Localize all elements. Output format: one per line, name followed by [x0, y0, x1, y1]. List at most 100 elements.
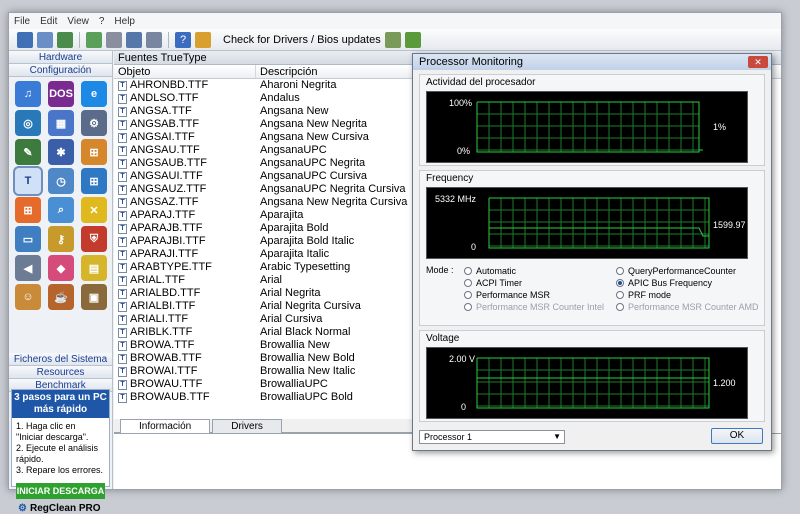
mode-radio-label: Performance MSR Counter AMD: [628, 302, 759, 312]
radio-button-icon: [616, 303, 624, 311]
cell-objeto: T APARAJB.TTF: [114, 222, 256, 235]
truetype-file-icon: T: [118, 275, 127, 286]
box-icon[interactable]: ▣: [81, 284, 107, 310]
cell-objeto: T ANGSA.TTF: [114, 105, 256, 118]
ie-icon[interactable]: e: [81, 81, 107, 107]
window-icon[interactable]: ▭: [15, 226, 41, 252]
molecule-icon[interactable]: ✱: [48, 139, 74, 165]
truetype-file-icon: T: [118, 80, 127, 91]
cell-descripcion: Arial Black Normal: [260, 326, 351, 338]
windows-logo-icon[interactable]: ⊞: [15, 197, 41, 223]
mode-radio[interactable]: ACPI Timer: [464, 277, 604, 289]
menu-view[interactable]: View: [62, 16, 94, 27]
mode-radio-label: Performance MSR: [476, 290, 551, 300]
cell-objeto: T ARIALBD.TTF: [114, 287, 256, 300]
cell-objeto-text: ANGSA.TTF: [130, 105, 192, 117]
save-icon[interactable]: [17, 31, 33, 48]
driver-update-icon[interactable]: [384, 31, 401, 48]
radio-button-icon: [464, 267, 472, 275]
truetype-file-icon: T: [118, 366, 127, 377]
activity-label: Actividad del procesador: [426, 77, 536, 88]
key-icon[interactable]: ⚷: [48, 226, 74, 252]
print-icon[interactable]: [57, 31, 73, 48]
search-icon[interactable]: ⌕: [48, 197, 74, 223]
truetype-file-icon: T: [118, 106, 127, 117]
iniciar-descarga-button[interactable]: INICIAR DESCARGA: [16, 483, 105, 499]
cell-descripcion: Angsana New Cursiva: [260, 131, 369, 143]
options-icon[interactable]: [146, 31, 162, 48]
menu-file[interactable]: File: [9, 16, 35, 27]
clock-icon[interactable]: ◷: [48, 168, 74, 194]
frequency-graph: 5332 MHz 0 1599.97: [426, 187, 748, 259]
gear-icon[interactable]: ⚙: [81, 110, 107, 136]
cell-descripcion: Aparajita Italic: [260, 248, 330, 260]
truetype-file-icon: T: [118, 223, 127, 234]
ok-button[interactable]: OK: [711, 428, 763, 444]
user-icon[interactable]: ☺: [15, 284, 41, 310]
menu-help[interactable]: Help: [109, 16, 140, 27]
tab-drivers[interactable]: Drivers: [212, 419, 282, 433]
cell-objeto-text: ANGSAZ.TTF: [130, 196, 199, 208]
column-descripcion[interactable]: Descripción: [256, 65, 416, 78]
mode-radio[interactable]: QueryPerformanceCounter: [616, 265, 759, 277]
section-recursos[interactable]: Resources: [9, 366, 112, 379]
midi-icon[interactable]: ♫: [15, 81, 41, 107]
truetype-file-icon: T: [118, 236, 127, 247]
mode-radio-label: Automatic: [476, 266, 517, 276]
copy-icon[interactable]: [37, 31, 53, 48]
mode-radio[interactable]: Performance MSR: [464, 289, 604, 301]
speaker-icon[interactable]: ◀: [15, 255, 41, 281]
mode-radio[interactable]: APIC Bus Frequency: [616, 277, 759, 289]
regclean-logo[interactable]: ⚙ RegClean PRO: [12, 503, 109, 514]
shield-icon[interactable]: ⛨: [81, 226, 107, 252]
cell-objeto-text: APARAJ.TTF: [130, 209, 196, 221]
radio-button-icon: [464, 279, 472, 287]
cell-objeto-text: ARIALBD.TTF: [130, 287, 201, 299]
help-icon[interactable]: ?: [175, 31, 191, 48]
globe-icon[interactable]: ◎: [15, 110, 41, 136]
cell-objeto: T BROWA.TTF: [114, 339, 256, 352]
display-icon[interactable]: ▤: [81, 255, 107, 281]
font-icon[interactable]: T: [13, 166, 43, 196]
menu-edit[interactable]: Edit: [35, 16, 62, 27]
check-drivers-button[interactable]: Check for Drivers / Bios updates: [223, 34, 381, 46]
cell-descripcion: Angsana New: [260, 105, 329, 117]
cell-descripcion: Angsana New Negrita: [260, 118, 368, 130]
java-icon[interactable]: ☕: [48, 284, 74, 310]
voltage-min: 0: [461, 402, 467, 412]
section-configuracion[interactable]: Configuración: [9, 64, 112, 77]
cell-objeto-text: BROWAB.TTF: [130, 352, 202, 364]
windows-update-icon[interactable]: ⊞: [81, 168, 107, 194]
column-objeto[interactable]: Objeto: [114, 65, 256, 78]
blocks-icon[interactable]: ▦: [48, 110, 74, 136]
regclean-promo: 3 pasos para un PC más rápido 1. Haga cl…: [11, 389, 110, 514]
section-ficheros[interactable]: Ficheros del Sistema: [9, 353, 112, 366]
mode-radio: Performance MSR Counter Intel: [464, 301, 604, 313]
cell-objeto-text: BROWAI.TTF: [130, 365, 198, 377]
remove-icon[interactable]: ✕: [81, 197, 107, 223]
report-icon[interactable]: [126, 31, 142, 48]
cell-objeto: T ANGSAUB.TTF: [114, 157, 256, 170]
processor-select[interactable]: Processor 1 ▼: [419, 430, 565, 444]
windows-flag-icon[interactable]: ⊞: [81, 139, 107, 165]
colors-icon[interactable]: ◆: [48, 255, 74, 281]
menu-question[interactable]: ?: [94, 16, 110, 27]
close-icon[interactable]: ✕: [748, 56, 768, 68]
cell-objeto-text: BROWAU.TTF: [130, 378, 203, 390]
tab-informacion[interactable]: Información: [120, 419, 211, 433]
mode-radio[interactable]: PRF mode: [616, 289, 759, 301]
cell-objeto: T ANGSAI.TTF: [114, 131, 256, 144]
truetype-file-icon: T: [118, 93, 127, 104]
bios-update-icon[interactable]: [404, 31, 421, 48]
dos-icon[interactable]: DOS: [48, 81, 74, 107]
cell-descripcion: Arial: [260, 274, 283, 286]
menubar: File Edit View ? Help: [9, 13, 781, 29]
mode-radio[interactable]: Automatic: [464, 265, 604, 277]
find-icon[interactable]: [106, 31, 122, 48]
truetype-file-icon: T: [118, 314, 127, 325]
pencil-icon[interactable]: ✎: [15, 139, 41, 165]
refresh-icon[interactable]: [86, 31, 102, 48]
home-icon[interactable]: [195, 31, 211, 48]
section-hardware[interactable]: Hardware: [9, 51, 112, 64]
radio-button-icon: [616, 291, 624, 299]
